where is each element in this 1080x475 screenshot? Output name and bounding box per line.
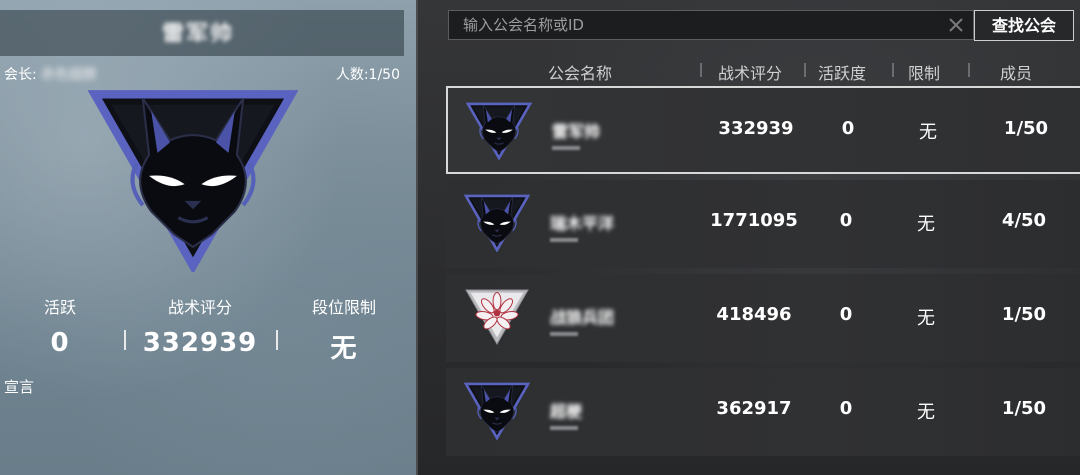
guild-row[interactable]: 瑞木平洋 1771095 0 无 4/50 <box>446 180 1080 268</box>
guild-row-name: 超梗 <box>550 402 583 421</box>
guild-row-members: 1/50 <box>1003 118 1049 139</box>
guild-row[interactable]: 超梗 362917 0 无 1/50 <box>446 368 1080 456</box>
stat-activity: 活跃 0 <box>0 294 120 358</box>
column-divider <box>892 63 894 77</box>
column-divider <box>804 63 806 77</box>
members-count: 人数:1/50 <box>335 67 400 83</box>
close-icon[interactable] <box>947 16 965 34</box>
guild-row-subtext <box>550 426 578 430</box>
stat-rank-limit: 段位限制 无 <box>284 294 404 365</box>
stat-rank-limit-value: 无 <box>330 334 358 364</box>
guild-row[interactable]: 战狼兵团 418496 0 无 1/50 <box>446 274 1080 362</box>
guild-row[interactable]: 雷军帅 332939 0 无 1/50 <box>446 86 1080 174</box>
guild-row-activity: 0 <box>839 398 853 419</box>
search-input[interactable] <box>463 11 933 39</box>
leader-label: 会长: <box>4 67 37 83</box>
guild-row-members: 1/50 <box>1001 398 1047 419</box>
guild-row-activity: 0 <box>839 210 853 231</box>
stat-score-label: 战术评分 <box>167 298 232 317</box>
search-box <box>448 10 974 40</box>
guild-row-score: 1771095 <box>710 210 798 231</box>
column-header-name: 公会名称 <box>548 64 613 83</box>
column-header-limit: 限制 <box>908 64 941 83</box>
column-divider <box>700 63 702 77</box>
guild-row-subtext <box>550 238 578 242</box>
column-header-score: 战术评分 <box>718 64 783 83</box>
guild-row-limit: 无 <box>917 214 935 235</box>
leader-name: 赤色翅膀 <box>40 67 97 83</box>
stat-divider <box>276 330 278 350</box>
column-header-members: 成员 <box>1000 64 1033 83</box>
guild-row-score: 362917 <box>716 398 792 419</box>
black-cat-emblem-icon <box>464 194 530 252</box>
guild-row-score: 332939 <box>718 118 794 139</box>
pink-lotus-emblem-icon <box>464 288 530 346</box>
stat-score-value: 332939 <box>142 328 258 358</box>
guild-row-members: 4/50 <box>1001 210 1047 231</box>
guild-row-name: 瑞木平洋 <box>550 214 615 233</box>
guild-row-subtext <box>552 146 580 150</box>
guild-row-subtext <box>550 332 578 336</box>
guild-row-limit: 无 <box>917 308 935 329</box>
stat-rank-limit-label: 段位限制 <box>311 298 376 317</box>
guild-row-score: 418496 <box>716 304 792 325</box>
column-header-activity: 活跃度 <box>818 64 867 83</box>
stat-score: 战术评分 332939 <box>140 294 260 358</box>
black-cat-emblem-icon <box>88 88 298 272</box>
stat-activity-label: 活跃 <box>43 298 76 317</box>
guild-row-limit: 无 <box>917 402 935 423</box>
black-cat-emblem-icon <box>466 102 532 160</box>
guild-detail-panel: 雷军帅 会长: 赤色翅膀 人数:1/50 活跃 0 战术评分 332939 段位限… <box>0 0 416 475</box>
leader-row: 会长: 赤色翅膀 <box>4 64 97 84</box>
guild-row-name: 雷军帅 <box>552 122 601 141</box>
declaration-label: 宣言 <box>4 378 35 396</box>
guild-list-panel: 查找公会 公会名称 战术评分 活跃度 限制 成员 雷军帅 332939 0 无 … <box>416 0 1080 475</box>
guild-row-limit: 无 <box>919 122 937 143</box>
stat-activity-value: 0 <box>50 328 70 358</box>
stat-divider <box>124 330 126 350</box>
black-cat-emblem-icon <box>464 382 530 440</box>
guild-row-members: 1/50 <box>1001 304 1047 325</box>
guild-row-activity: 0 <box>841 118 855 139</box>
guild-row-activity: 0 <box>839 304 853 325</box>
column-divider <box>968 63 970 77</box>
guild-name: 雷军帅 <box>162 22 235 42</box>
search-guild-button[interactable]: 查找公会 <box>974 10 1074 41</box>
guild-row-name: 战狼兵团 <box>550 308 615 327</box>
